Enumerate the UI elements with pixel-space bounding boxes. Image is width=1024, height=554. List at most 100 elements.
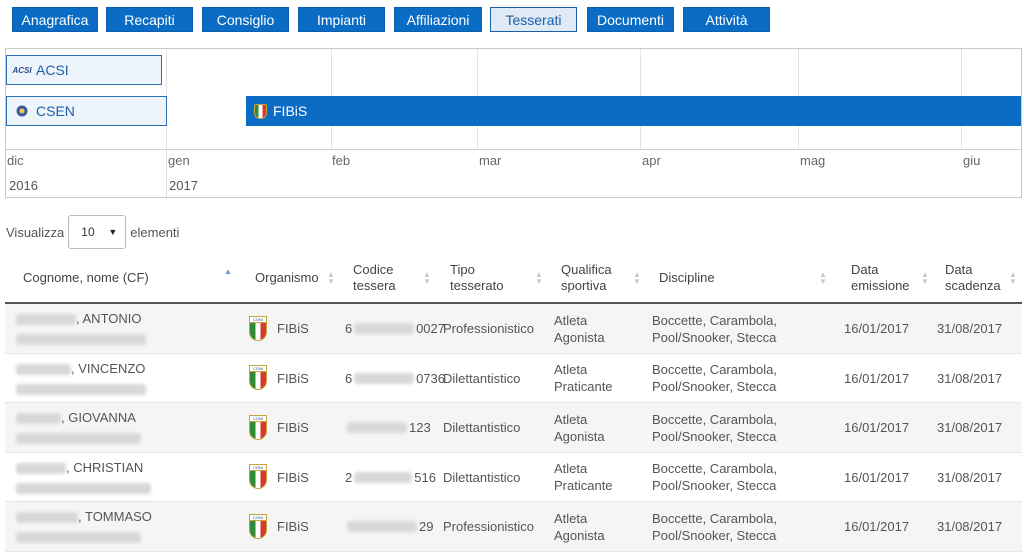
member-name-cell: , GIOVANNA	[16, 403, 246, 452]
data-emissione-cell: 16/01/2017	[844, 420, 910, 435]
page-length-control: Visualizza 10 ▼ elementi	[6, 215, 179, 249]
column-header-scadenza[interactable]: Data scadenza ▲ ▼	[945, 253, 1019, 302]
column-header-label: Organismo	[255, 269, 319, 285]
discipline-line1: Boccette, Carambola,	[652, 362, 778, 377]
data-scadenza-cell: 31/08/2017	[937, 370, 1003, 386]
tab-attivita[interactable]: Attività	[683, 7, 770, 32]
tab-impianti[interactable]: Impianti	[298, 7, 385, 32]
discipline-line2: Pool/Snooker, Stecca	[652, 527, 777, 543]
qualifica-cell: Atleta Agonista	[554, 403, 646, 452]
data-scadenza-cell: 31/08/2017	[937, 519, 1003, 534]
column-header-tipo[interactable]: Tipo tesserato ▲ ▼	[450, 253, 550, 302]
codice-suffix: 0736	[416, 370, 445, 386]
fibis-logo-icon: CONI	[247, 365, 269, 391]
tab-consiglio[interactable]: Consiglio	[202, 7, 289, 32]
data-emissione-cell: 16/01/2017	[844, 370, 910, 386]
discipline-line1: Boccette, Carambola,	[652, 461, 778, 476]
caret-down-icon: ▼	[108, 227, 118, 237]
discipline-line1: Boccette, Carambola,	[652, 510, 778, 526]
sort-icon: ▲ ▼	[423, 270, 431, 286]
redacted-code	[354, 323, 415, 334]
organismo-label: FIBiS	[277, 519, 309, 534]
tab-tesserati[interactable]: Tesserati	[490, 7, 577, 32]
tab-affiliazioni[interactable]: Affiliazioni	[394, 7, 482, 32]
qualifica-line1: Atleta	[554, 362, 588, 377]
month-label: feb	[332, 153, 351, 168]
member-name-cell: , TOMMASO	[16, 502, 246, 551]
fibis-logo-icon: CONI	[247, 414, 269, 441]
codice-tessera-cell: 29	[345, 502, 445, 551]
sort-icon: ▲ ▼	[921, 270, 929, 286]
timeline-org-acsi[interactable]: ACSI ACSI	[6, 55, 162, 85]
table-body: , ANTONIO CONI FIBiS 6 0027 Professionistico A…	[5, 304, 1022, 552]
table-row[interactable]: , GIOVANNA CONI FIBiS 123 Dilettantistico Atl…	[5, 403, 1022, 453]
discipline-line1: Boccette, Carambola,	[652, 312, 778, 328]
qualifica-cell: Atleta Agonista	[554, 502, 646, 551]
member-first-name: , TOMMASO	[78, 509, 152, 524]
table-row[interactable]: , TOMMASO CONI FIBiS 29 Professionistico Atle…	[5, 502, 1022, 552]
organismo-label: FIBiS	[277, 420, 309, 435]
year-label: 2016	[9, 178, 38, 193]
qualifica-line2: Agonista	[554, 527, 605, 543]
redacted-surname	[16, 314, 76, 326]
month-label: gen	[168, 153, 190, 168]
tab-recapiti[interactable]: Recapiti	[106, 7, 193, 32]
redacted-surname	[16, 413, 61, 425]
qualifica-line1: Atleta	[554, 411, 588, 427]
column-header-qualifica[interactable]: Qualifica sportiva ▲ ▼	[561, 253, 647, 302]
table-row[interactable]: , CHRISTIAN CONI FIBiS 2 516 Dilettantistico A…	[5, 453, 1022, 502]
discipline-cell: Boccette, Carambola, Pool/Snooker, Stecca	[652, 403, 832, 452]
codice-suffix: 0027	[416, 321, 445, 336]
table-row[interactable]: , VINCENZO CONI FIBiS 6 0736 Dilettantistico A…	[5, 354, 1022, 403]
column-header-cognome[interactable]: Cognome, nome (CF) ▲	[23, 253, 235, 302]
tipo-tesserato-cell: Dilettantistico	[443, 370, 521, 386]
codice-tessera-cell: 6 0027	[345, 304, 445, 353]
codice-prefix: 6	[345, 321, 353, 336]
sort-icon: ▲ ▼	[535, 270, 543, 286]
sort-icon: ▲ ▼	[327, 270, 335, 286]
discipline-cell: Boccette, Carambola, Pool/Snooker, Stecca	[652, 354, 832, 403]
qualifica-line2: Agonista	[554, 428, 605, 444]
sort-icon: ▲ ▼	[1009, 270, 1017, 286]
codice-tessera-cell: 123	[345, 403, 445, 452]
member-name-cell: , VINCENZO	[16, 354, 246, 403]
column-header-label: Codice tessera	[353, 261, 396, 293]
fibis-logo-icon: CONI	[247, 513, 269, 540]
tipo-tesserato-cell: Dilettantistico	[443, 469, 521, 485]
discipline-cell: Boccette, Carambola, Pool/Snooker, Stecca	[652, 502, 832, 551]
organismo-cell: CONI FIBiS	[247, 354, 343, 403]
data-scadenza-cell: 31/08/2017	[937, 469, 1003, 485]
codice-suffix: 516	[414, 469, 436, 485]
organismo-cell: CONI FIBiS	[247, 502, 343, 551]
discipline-cell: Boccette, Carambola, Pool/Snooker, Stecca	[652, 304, 832, 353]
qualifica-line1: Atleta	[554, 461, 588, 476]
organismo-label: FIBiS	[277, 370, 309, 386]
table-row[interactable]: , ANTONIO CONI FIBiS 6 0027 Professionistico A…	[5, 304, 1022, 354]
column-header-emissione[interactable]: Data emissione ▲ ▼	[851, 253, 933, 302]
table-header: Cognome, nome (CF) ▲ Organismo ▲ ▼ Codice…	[5, 253, 1022, 304]
month-label: apr	[642, 153, 661, 168]
qualifica-cell: Atleta Praticante	[554, 453, 646, 502]
data-scadenza-cell: 31/08/2017	[937, 321, 1003, 336]
timeline-org-csen[interactable]: CSEN	[6, 96, 167, 126]
organismo-cell: CONI FIBiS	[247, 304, 343, 353]
qualifica-line2: Praticante	[554, 478, 613, 493]
timeline-bar-fibis[interactable]: FIBiS	[246, 96, 1021, 126]
members-table: Cognome, nome (CF) ▲ Organismo ▲ ▼ Codice…	[5, 253, 1022, 552]
tab-documenti[interactable]: Documenti	[587, 7, 674, 32]
codice-tessera-cell: 6 0736	[345, 354, 445, 403]
column-header-discipline[interactable]: Discipline ▲ ▼	[659, 253, 831, 302]
redacted-fiscal-code	[16, 532, 141, 544]
column-header-label: Data emissione	[851, 261, 910, 293]
fibis-logo-icon: CONI	[247, 315, 269, 342]
column-header-label: Qualifica sportiva	[561, 261, 612, 293]
member-first-name: , ANTONIO	[76, 311, 142, 326]
tipo-tesserato-cell: Dilettantistico	[443, 420, 521, 435]
year-label: 2017	[169, 178, 198, 193]
qualifica-line2: Praticante	[554, 379, 613, 394]
column-header-organismo[interactable]: Organismo ▲ ▼	[255, 253, 341, 302]
page-length-select[interactable]: 10 ▼	[68, 215, 127, 249]
tab-anagrafica[interactable]: Anagrafica	[12, 7, 98, 32]
column-header-codice[interactable]: Codice tessera ▲ ▼	[353, 253, 439, 302]
qualifica-line2: Agonista	[554, 329, 605, 345]
